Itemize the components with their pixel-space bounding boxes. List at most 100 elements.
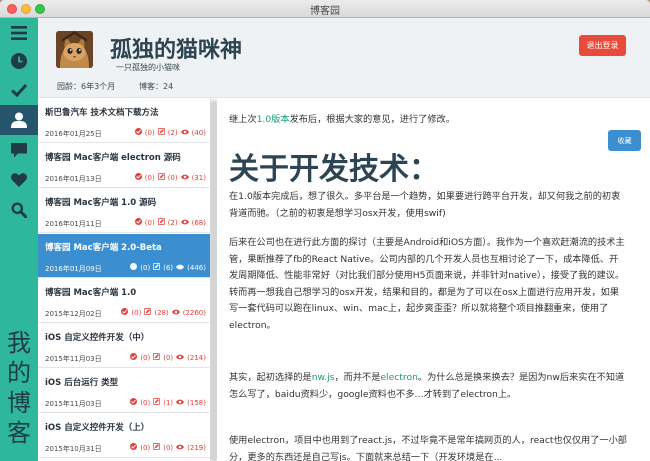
paragraph-text: ，而并不是 <box>334 372 381 383</box>
post-stats: (0) (6) (446) <box>130 263 206 272</box>
intro-text: 继上次 <box>229 114 257 125</box>
post-date: 2016年01月11日 <box>45 220 102 228</box>
comment-count: (2) <box>167 128 178 137</box>
like-count: (0) <box>144 218 155 227</box>
user-icon[interactable] <box>0 105 38 135</box>
post-title: 斯巴鲁汽车 技术文档下载方法 <box>45 108 159 118</box>
list-item[interactable]: 博客园 Mac客户端 electron 源码 2016年01月13日 (0) (0)(… <box>38 144 210 188</box>
like-count: (0) <box>131 308 142 317</box>
comment-edit-icon <box>144 308 152 317</box>
search-icon[interactable] <box>0 195 38 225</box>
like-icon <box>121 308 129 317</box>
post-stats: (0) (2) (68) <box>134 218 206 227</box>
view-icon <box>180 219 189 227</box>
like-icon <box>134 128 142 137</box>
like-icon <box>134 218 142 227</box>
post-stats: (0) (0) (219) <box>130 443 206 452</box>
post-stats: (0) (2) (40) <box>134 128 206 137</box>
view-count: (31) <box>191 173 206 182</box>
clock-icon[interactable] <box>0 46 38 76</box>
post-list: 斯巴鲁汽车 技术文档下载方法 2016年01月25日 (0) (2) (40) 博客园 M… <box>38 99 211 461</box>
comment-count: (0) <box>163 443 174 452</box>
view-count: (446) <box>187 263 206 272</box>
comment-edit-icon <box>157 128 165 137</box>
like-icon <box>130 443 138 452</box>
my-blog-vertical-label: 我 的 博 客 <box>0 328 38 448</box>
nwjs-link[interactable]: nw.js <box>312 372 335 383</box>
post-title: 博客园 Mac客户端 electron 源码 <box>45 153 181 163</box>
post-stats: (0) (0) (214) <box>130 353 206 362</box>
post-stats: (0) (28) (2260) <box>121 308 206 317</box>
post-date: 2016年01月25日 <box>45 130 102 138</box>
comment-count: (6) <box>163 263 174 272</box>
article-view: 继上次1.0版本发布后，根据大家的意见，进行了修改。 收藏 关于开发技术： 在1… <box>217 99 650 461</box>
profile-tagline: 一只孤独的小猫咪 <box>116 63 180 72</box>
view-count: (158) <box>187 398 206 407</box>
comment-count: (0) <box>163 353 174 362</box>
comment-edit-icon <box>153 398 161 407</box>
like-icon <box>134 173 142 182</box>
like-icon <box>130 398 138 407</box>
window-title: 博客园 <box>310 6 340 17</box>
comment-count: (1) <box>163 398 174 407</box>
title-bar: 博客园 <box>0 0 650 18</box>
view-count: (214) <box>187 353 206 362</box>
list-item[interactable]: 斯巴鲁汽车 技术文档下载方法 2016年01月25日 (0) (2) (40) <box>38 99 210 143</box>
collect-button[interactable]: 收藏 <box>608 130 641 151</box>
view-icon <box>176 354 185 362</box>
view-count: (40) <box>191 128 206 137</box>
list-item[interactable]: iOS 后台运行 类型 2015年11月03日 (0) (1) (158) <box>38 369 210 413</box>
article-paragraph: 在1.0版本完成后，想了很久。多平台是一个趋势，如果要进行跨平台开发，却又何我之… <box>229 191 621 219</box>
comment-edit-icon <box>153 443 161 452</box>
comment-edit-icon <box>153 353 161 362</box>
post-date: 2016年01月09日 <box>45 265 102 273</box>
list-item[interactable]: 博客园 Mac客户端 1.0 2015年12月02日 (0) (28) (2260) <box>38 279 210 323</box>
version-link[interactable]: 1.0版本 <box>257 114 290 125</box>
list-item[interactable]: iOS 自定义控件开发（上） 2015年10月31日 (0) (0) (219) <box>38 414 210 458</box>
vertical-char: 的 <box>7 359 31 387</box>
post-title: 博客园 Mac客户端 1.0 源码 <box>45 198 157 208</box>
comment-count: (0) <box>167 173 178 182</box>
view-count: (2260) <box>182 308 206 317</box>
nav-sidebar: 我 的 博 客 <box>0 18 38 461</box>
comment-edit-icon <box>153 263 161 272</box>
post-title: iOS 自定义控件开发（中） <box>45 333 150 343</box>
article-heading: 关于开发技术： <box>229 152 439 187</box>
like-icon <box>130 263 138 272</box>
view-icon <box>180 129 189 137</box>
like-count: (0) <box>140 263 151 272</box>
article-paragraph: 使用electron，项目中也用到了react.js，不过毕竟不是常年搞网页的人… <box>229 435 627 461</box>
list-item[interactable]: 博客园 Mac客户端 1.0 源码 2016年01月11日 (0) (2) (68) <box>38 189 210 233</box>
article-paragraph: 后来在公司也在进行此方面的探讨（主要是Android和iOS方面）。我作为一个喜… <box>229 237 625 331</box>
post-title: iOS 后台运行 类型 <box>45 378 119 388</box>
comment-count: (2) <box>167 218 178 227</box>
post-date: 2015年11月03日 <box>45 355 102 363</box>
avatar[interactable] <box>56 31 93 68</box>
profile-name: 孤独的猫咪神 <box>110 38 243 63</box>
list-item[interactable]: 博客园 Mac客户端 2.0-Beta 2016年01月09日 (0) (6) (446… <box>38 234 210 278</box>
check-icon[interactable] <box>0 75 38 105</box>
list-item[interactable]: iOS 自定义控件开发（中） 2015年11月03日 (0) (0) (214) <box>38 324 210 368</box>
post-stats: (0) (0) (31) <box>134 173 206 182</box>
post-title: iOS 自定义控件开发（上） <box>45 423 150 433</box>
app-window: 博客园 我 的 博 客 孤独的猫咪神 一只孤独的小猫咪 园龄：6年3个月 博客：… <box>0 0 650 461</box>
post-title: 博客园 Mac客户端 2.0-Beta <box>45 243 162 253</box>
post-stats: (0) (1) (158) <box>130 398 206 407</box>
comment-edit-icon <box>157 173 165 182</box>
like-count: (0) <box>140 398 151 407</box>
account-age: 园龄：6年3个月 <box>57 82 116 91</box>
heart-icon[interactable] <box>0 165 38 195</box>
view-icon <box>176 399 185 407</box>
electron-link[interactable]: electron <box>380 372 418 383</box>
article-intro: 继上次1.0版本发布后，根据大家的意见，进行了修改。 <box>229 112 627 129</box>
view-count: (219) <box>187 443 206 452</box>
like-count: (0) <box>140 353 151 362</box>
post-title: 博客园 Mac客户端 1.0 <box>45 288 137 298</box>
menu-icon[interactable] <box>0 18 38 48</box>
paragraph-text: 其实，起初选择的是 <box>229 372 312 383</box>
logout-button[interactable]: 退出登录 <box>579 35 626 56</box>
comment-icon[interactable] <box>0 135 38 165</box>
view-icon <box>171 309 180 317</box>
comment-edit-icon <box>157 218 165 227</box>
post-date: 2015年12月02日 <box>45 310 102 318</box>
